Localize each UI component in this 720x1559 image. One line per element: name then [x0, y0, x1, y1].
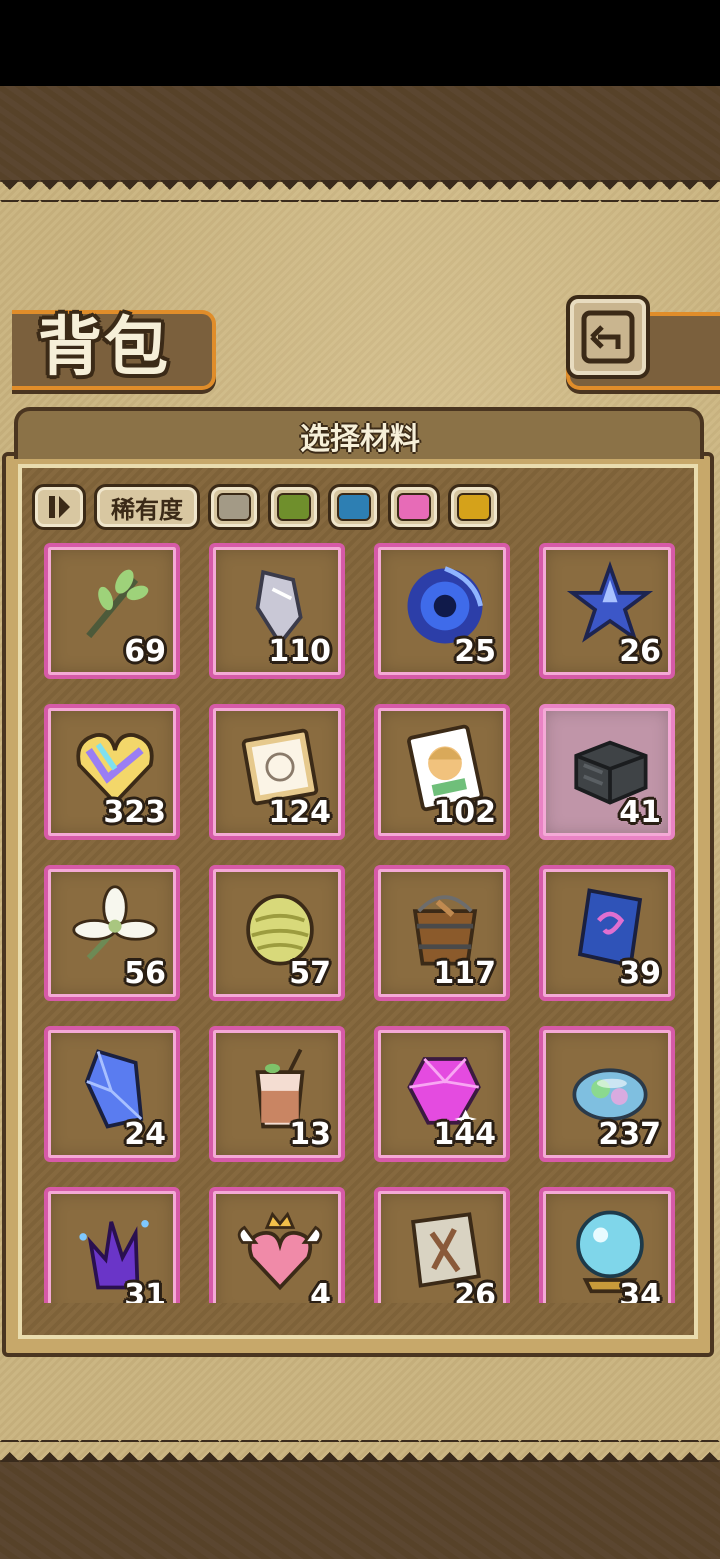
inventory-item-slot[interactable]: 25: [374, 543, 510, 679]
item-quantity: 69: [124, 634, 166, 669]
inventory-item-slot[interactable]: 26: [374, 1187, 510, 1303]
item-quantity: 41: [619, 795, 661, 830]
item-quantity: 57: [289, 956, 331, 991]
inventory-item-slot[interactable]: 26: [539, 543, 675, 679]
item-quantity: 110: [268, 634, 331, 669]
item-quantity: 117: [433, 956, 496, 991]
inventory-item-slot[interactable]: 124: [209, 704, 345, 840]
rarity-filter-gray[interactable]: [208, 484, 260, 530]
rarity-filter-blue[interactable]: [328, 484, 380, 530]
swatch: [217, 493, 251, 521]
inventory-item-slot[interactable]: 323: [44, 704, 180, 840]
rarity-filter-green[interactable]: [268, 484, 320, 530]
item-quantity: 31: [124, 1278, 166, 1303]
inventory-item-slot[interactable]: 4: [209, 1187, 345, 1303]
inventory-item-slot[interactable]: 41: [539, 704, 675, 840]
page-title: 背包: [38, 311, 170, 385]
item-quantity: 13: [289, 1117, 331, 1152]
item-quantity: 24: [124, 1117, 166, 1152]
inventory-item-slot[interactable]: 110: [209, 543, 345, 679]
panel-bottom-bar: [18, 1335, 698, 1353]
inventory-item-slot[interactable]: 102: [374, 704, 510, 840]
swatch: [457, 493, 491, 521]
item-quantity: 323: [103, 795, 166, 830]
torn-edge-top: [0, 180, 720, 202]
return-arrow-icon: [581, 310, 635, 364]
inventory-item-slot[interactable]: 57: [209, 865, 345, 1001]
map-background-top: [0, 86, 720, 186]
inventory-item-slot[interactable]: 39: [539, 865, 675, 1001]
item-quantity: 144: [433, 1117, 496, 1152]
swatch: [277, 493, 311, 521]
rarity-filter-pink[interactable]: [388, 484, 440, 530]
inventory-item-slot[interactable]: 13: [209, 1026, 345, 1162]
inventory-item-slot[interactable]: 117: [374, 865, 510, 1001]
item-quantity: 237: [598, 1117, 661, 1152]
item-quantity: 124: [268, 795, 331, 830]
inventory-item-slot[interactable]: 24: [44, 1026, 180, 1162]
sort-toggle-icon: [49, 496, 70, 518]
rarity-sort-button[interactable]: 稀有度: [94, 484, 200, 530]
sort-toggle-button[interactable]: [32, 484, 86, 530]
inventory-item-slot[interactable]: 56: [44, 865, 180, 1001]
item-quantity: 34: [619, 1278, 661, 1303]
inventory-item-slot[interactable]: 69: [44, 543, 180, 679]
inventory-item-slot[interactable]: 237: [539, 1026, 675, 1162]
item-quantity: 39: [619, 956, 661, 991]
torn-edge-bottom: [0, 1440, 720, 1462]
back-button[interactable]: [566, 295, 650, 379]
item-quantity: 25: [454, 634, 496, 669]
item-quantity: 102: [433, 795, 496, 830]
rarity-filter-yellow[interactable]: [448, 484, 500, 530]
swatch: [337, 493, 371, 521]
status-bar: [0, 0, 720, 86]
inventory-item-slot[interactable]: 144: [374, 1026, 510, 1162]
item-quantity: 26: [454, 1278, 496, 1303]
inventory-item-slot[interactable]: 31: [44, 1187, 180, 1303]
item-quantity: 4: [310, 1278, 331, 1303]
inventory-item-slot[interactable]: 34: [539, 1187, 675, 1303]
item-quantity: 26: [619, 634, 661, 669]
item-quantity: 56: [124, 956, 166, 991]
map-background-bottom: [0, 1460, 720, 1559]
item-grid: 69 110 25 26 323 124 102 41 56 57 117 39 24 13 144 237 3…: [44, 543, 676, 1303]
filter-row: 稀有度: [32, 484, 500, 534]
panel-title: 选择材料: [300, 422, 420, 457]
swatch: [397, 493, 431, 521]
